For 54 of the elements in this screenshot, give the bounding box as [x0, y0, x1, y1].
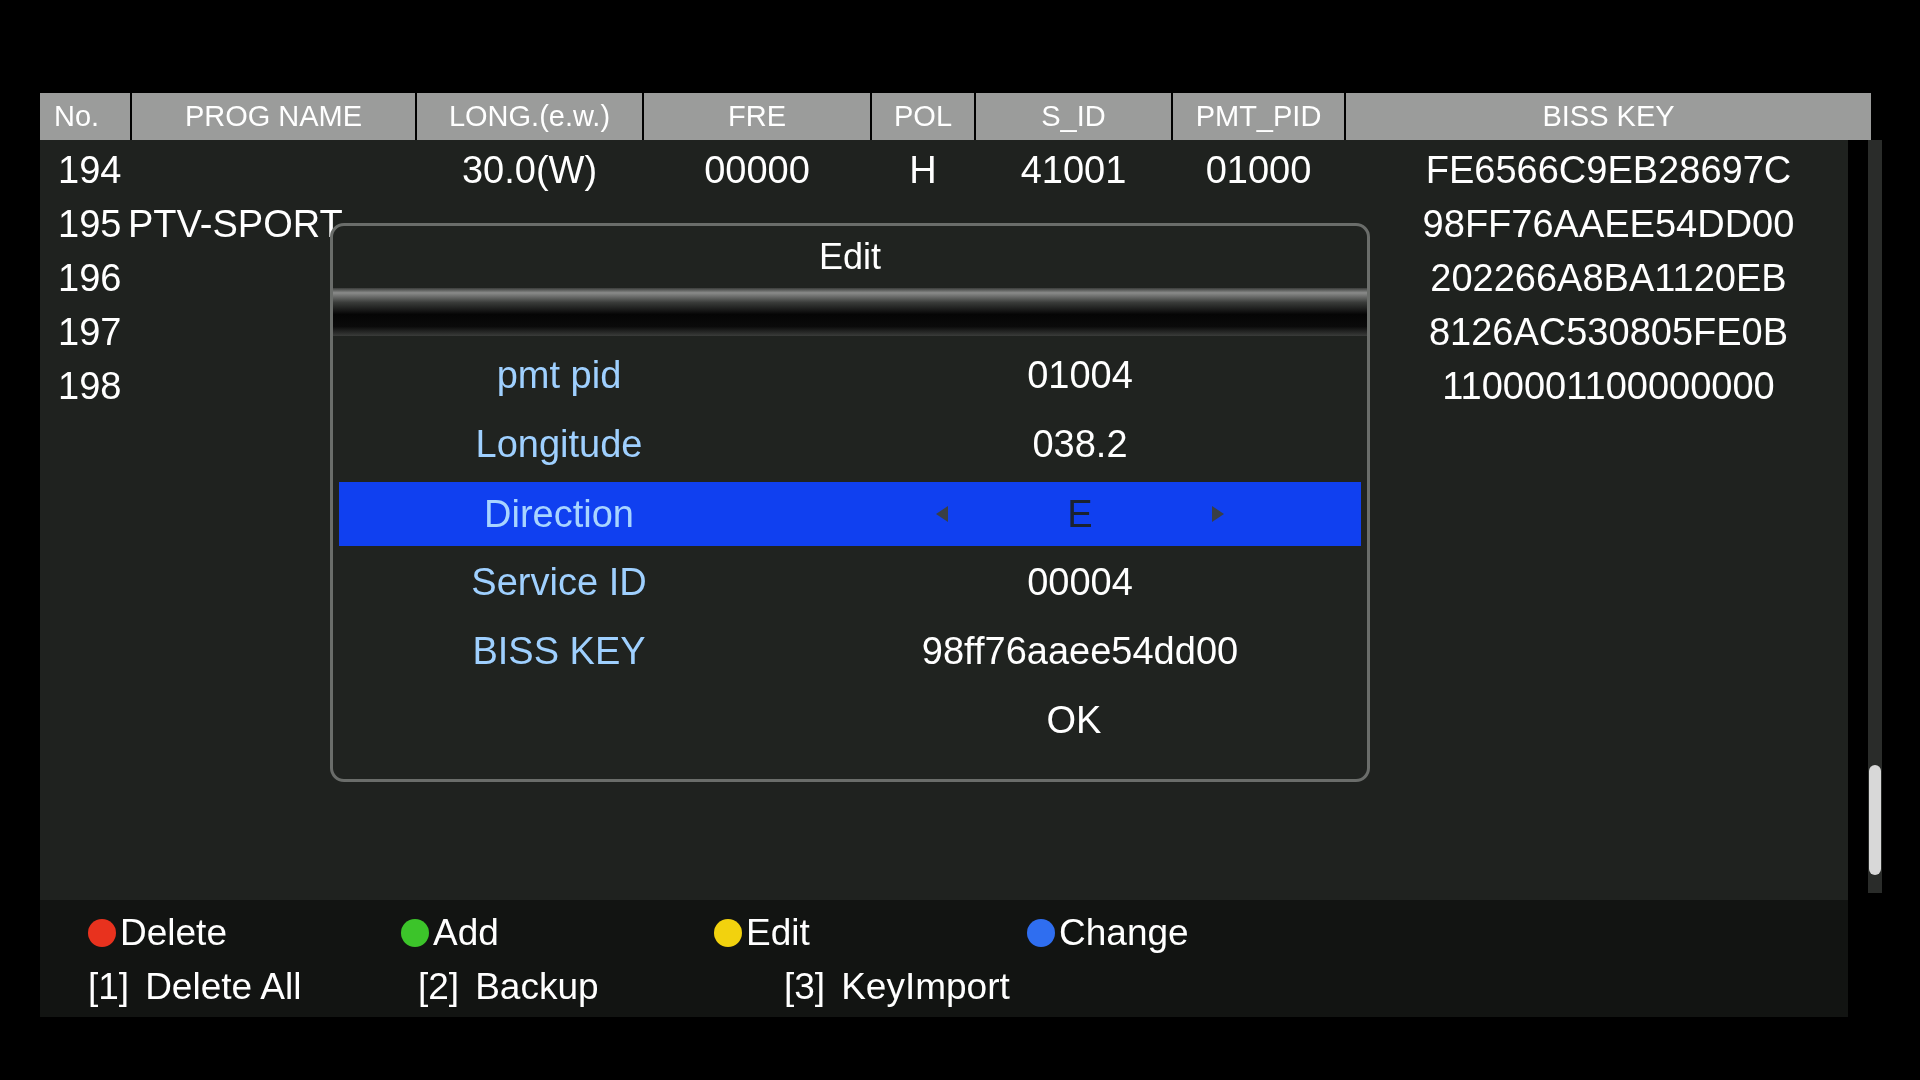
field-label: pmt pid	[495, 354, 623, 397]
column-header: S_ID	[976, 93, 1171, 140]
table-cell-text: 195	[57, 201, 123, 247]
column-header: BISS KEY	[1346, 93, 1871, 140]
table-cell-text: PTV-SPORT	[128, 201, 344, 247]
key-number: [1]	[88, 966, 130, 1008]
table-cell-text: 198	[57, 363, 123, 409]
table-cell-text: 98FF76AAEE54DD00	[1421, 201, 1796, 247]
column-header: LONG.(e.w.)	[417, 93, 642, 140]
table-cell-text: 8126AC530805FE0B	[1427, 309, 1790, 355]
key-hint: Add	[433, 912, 499, 954]
table-cell-text: H	[908, 147, 938, 193]
column-header: PROG NAME	[132, 93, 415, 140]
field-value: 00004	[1027, 561, 1133, 604]
field-row[interactable]: Direction E	[339, 482, 1361, 546]
table-cell-text: 01000	[1204, 147, 1313, 193]
key-hint: Delete All	[145, 966, 302, 1008]
field-value: 98ff76aaee54dd00	[921, 630, 1239, 673]
key-hint: Backup	[475, 966, 599, 1008]
table-cell-text: 197	[57, 309, 123, 355]
ok-button[interactable]: OK	[1040, 699, 1108, 742]
column-header: PMT_PID	[1173, 93, 1344, 140]
left-arrow-icon[interactable]	[934, 505, 950, 523]
key-hint: Change	[1059, 912, 1189, 954]
table-cell-text: 41001	[1019, 147, 1128, 193]
table-cell-text: FE6566C9EB28697C	[1424, 147, 1793, 193]
key-hint: Delete	[120, 912, 227, 954]
key-number: [3]	[784, 966, 826, 1008]
scrollbar[interactable]	[1868, 140, 1882, 893]
field-value: E	[1066, 492, 1094, 536]
key-hint: KeyImport	[841, 966, 1010, 1008]
table-cell-text: 30.0(W)	[460, 147, 599, 193]
table-cell-text: 196	[57, 255, 123, 301]
field-label: Service ID	[470, 561, 648, 604]
table-cell-text: 1100001100000000	[1441, 363, 1776, 409]
field-label: Direction	[483, 492, 635, 536]
column-header: FRE	[644, 93, 870, 140]
dialog-title: Edit	[817, 235, 882, 279]
key-number: [2]	[418, 966, 460, 1008]
key-hint: Edit	[746, 912, 810, 954]
field-label: Longitude	[474, 423, 644, 466]
table-cell-text: 00000	[703, 147, 811, 193]
field-row[interactable]: Longitude 038.2	[339, 410, 1361, 479]
table-cell-text: 194	[57, 147, 123, 193]
field-row[interactable]: BISS KEY 98ff76aaee54dd00	[339, 617, 1361, 686]
table-cell-text: 202266A8BA1120EB	[1429, 255, 1788, 301]
field-row[interactable]: pmt pid 01004	[339, 341, 1361, 410]
column-header: POL	[872, 93, 974, 140]
field-label: BISS KEY	[471, 630, 647, 673]
right-arrow-icon[interactable]	[1210, 505, 1226, 523]
column-header: No.	[40, 93, 130, 140]
field-value: 01004	[1027, 354, 1133, 397]
field-value: 038.2	[1032, 423, 1128, 466]
field-row[interactable]: Service ID 00004	[339, 548, 1361, 617]
